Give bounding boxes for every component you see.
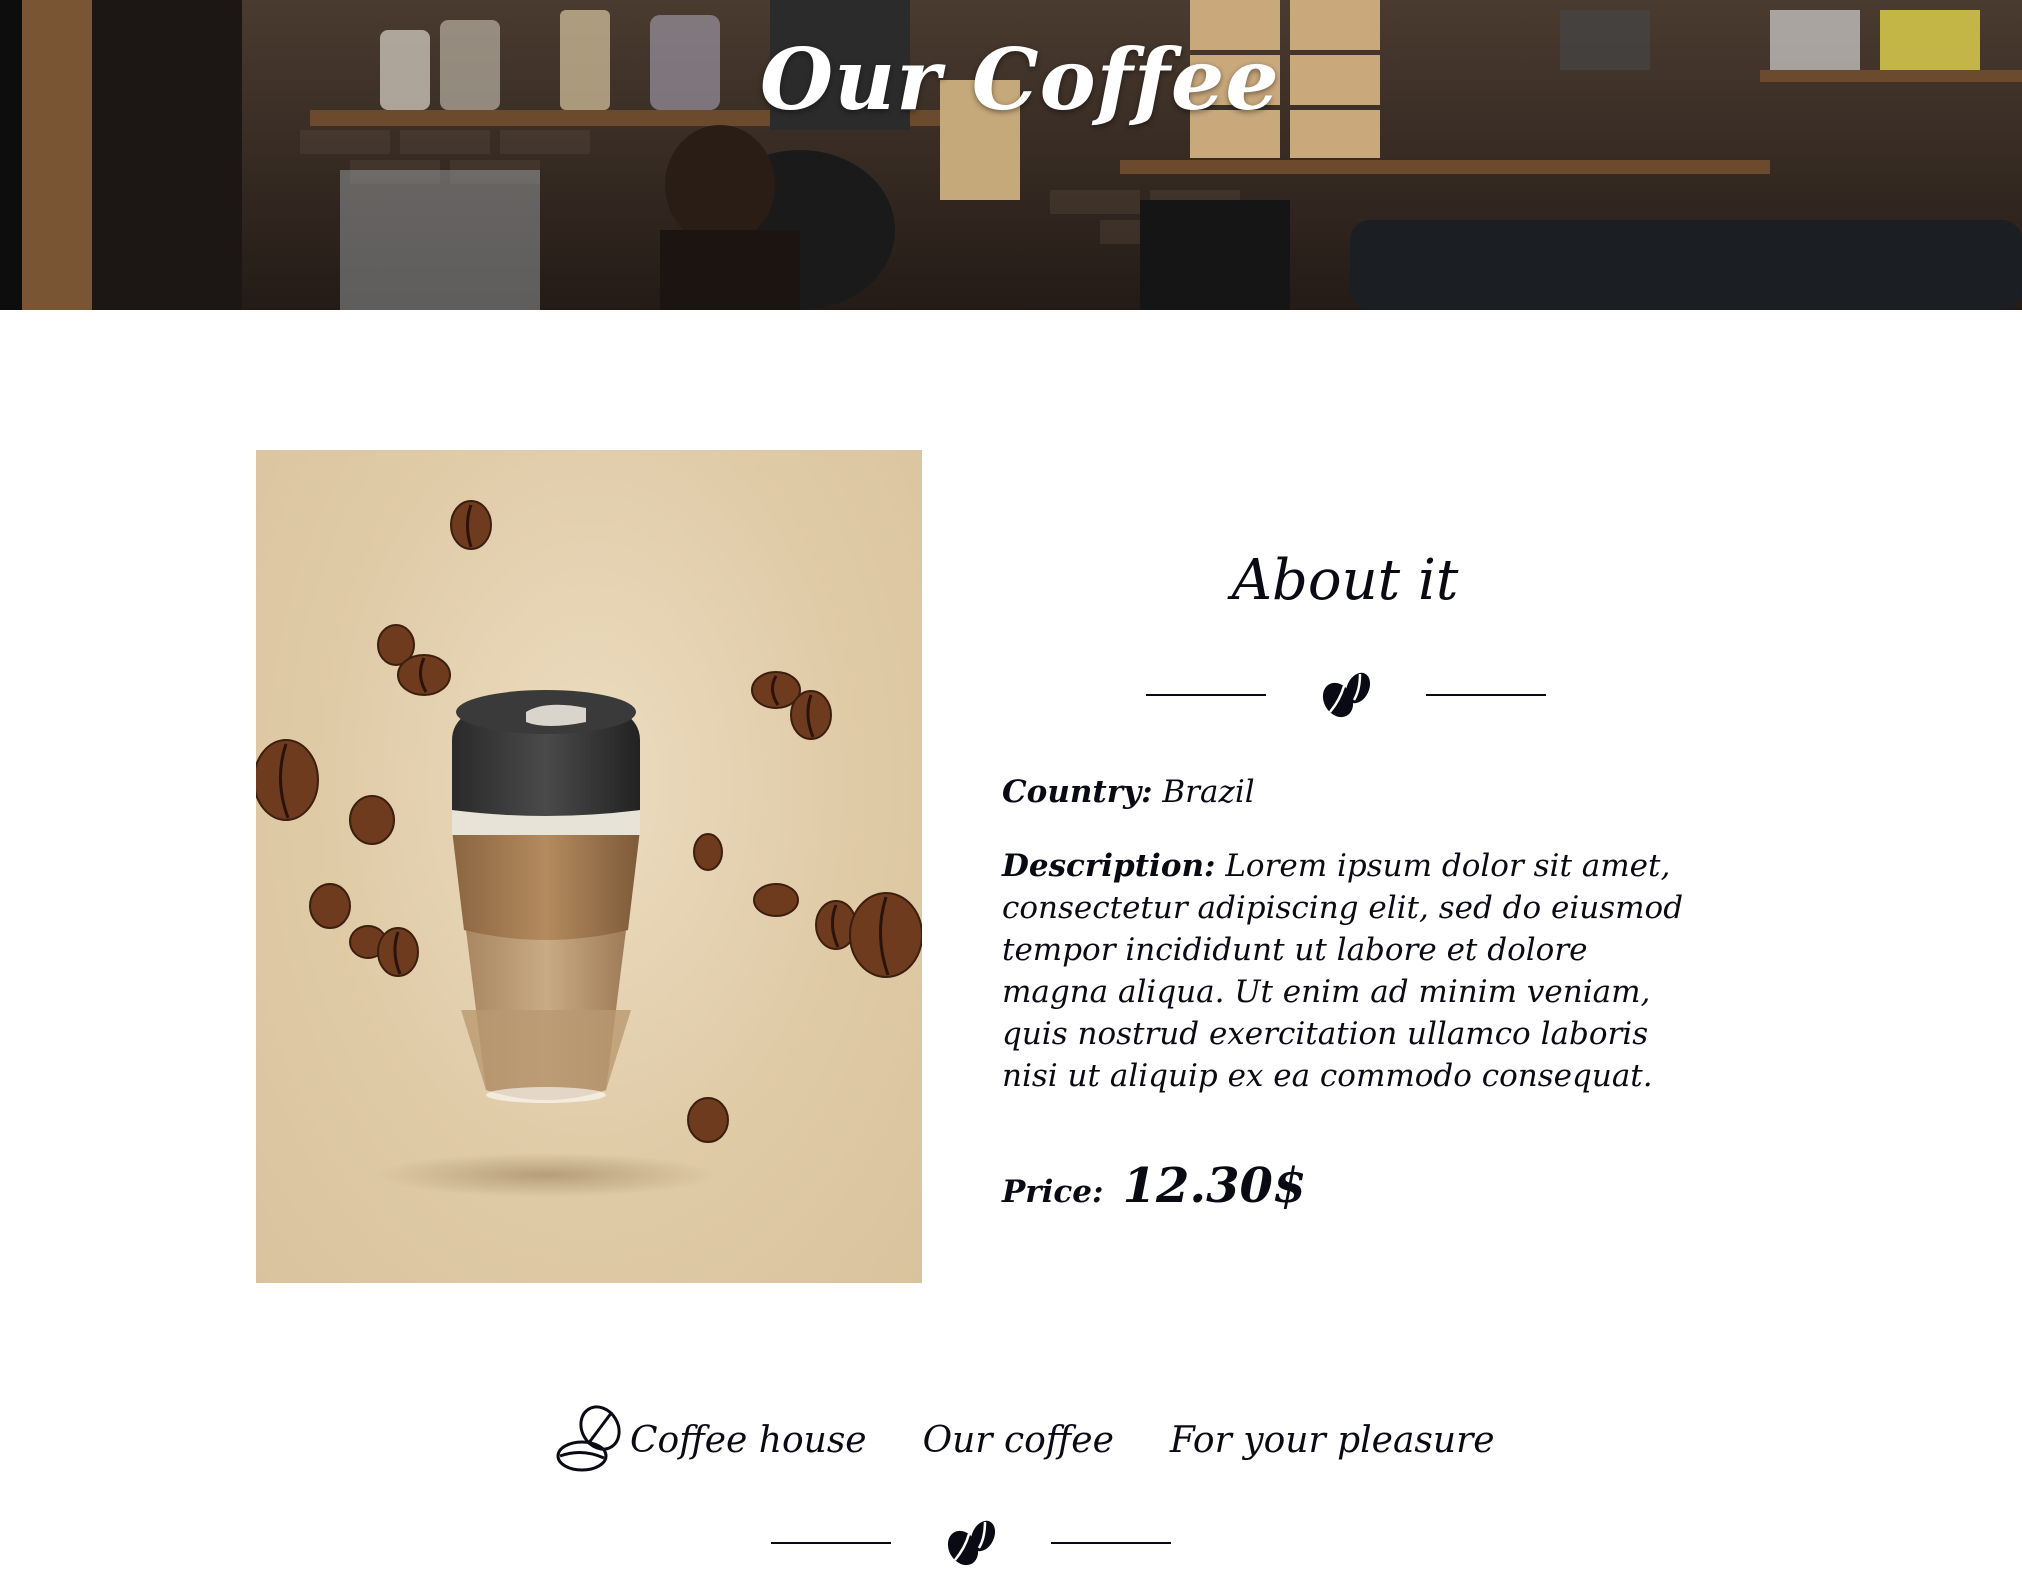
divider-line-right bbox=[1426, 694, 1546, 696]
page-title: Our Coffee bbox=[760, 30, 1280, 129]
country-value: Brazil bbox=[1162, 774, 1255, 810]
about-divider bbox=[1146, 654, 1546, 718]
footer-link-coffee-house[interactable]: Coffee house bbox=[630, 1420, 867, 1461]
coffee-beans-icon bbox=[1322, 672, 1371, 718]
price-value: 12.30$ bbox=[1122, 1158, 1307, 1214]
divider-line-left bbox=[771, 1542, 891, 1544]
country-label: Country: bbox=[1002, 774, 1153, 810]
footer-nav: Coffee house Our coffee For your pleasur… bbox=[556, 1400, 1495, 1480]
about-title: About it bbox=[1231, 548, 1459, 613]
price-label: Price: bbox=[1002, 1174, 1104, 1210]
coffee-beans-outline-icon[interactable] bbox=[556, 1404, 628, 1476]
footer-link-for-your-pleasure[interactable]: For your pleasure bbox=[1170, 1420, 1495, 1461]
footer-divider bbox=[771, 1502, 1171, 1566]
description-value: Lorem ipsum dolor sit amet, consectetur … bbox=[1002, 848, 1684, 1094]
description-label: Description: bbox=[1002, 848, 1216, 884]
price-row: Price: 12.30$ bbox=[1002, 1158, 1306, 1214]
description-row: Description: Lorem ipsum dolor sit amet,… bbox=[1002, 845, 1688, 1097]
coffee-beans-icon bbox=[947, 1520, 996, 1566]
footer-link-our-coffee[interactable]: Our coffee bbox=[923, 1420, 1114, 1461]
divider-line-right bbox=[1051, 1542, 1171, 1544]
divider-line-left bbox=[1146, 694, 1266, 696]
hero-banner: Our Coffee bbox=[0, 0, 2022, 310]
country-row: Country: Brazil bbox=[1002, 771, 1688, 813]
product-image bbox=[256, 450, 922, 1283]
